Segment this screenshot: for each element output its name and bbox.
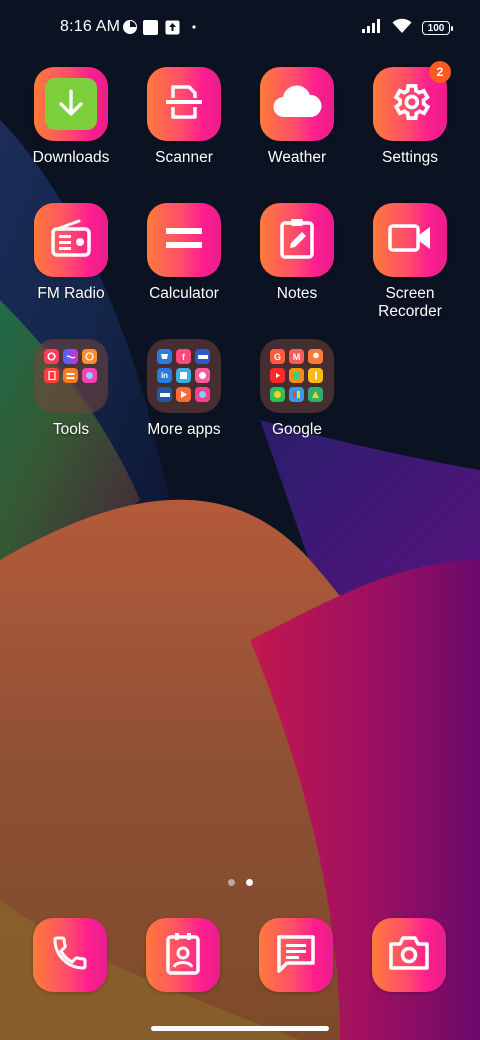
mini-app-icon — [308, 349, 323, 364]
app-label: Calculator — [149, 285, 219, 302]
dock-contacts[interactable] — [146, 918, 220, 992]
mini-app-icon — [44, 349, 59, 364]
video-camera-icon — [388, 222, 432, 259]
folder-label: More apps — [147, 421, 221, 438]
app-notes-icon-tile[interactable] — [260, 203, 334, 277]
note-edit-icon — [277, 216, 317, 265]
folder-tools-icon[interactable] — [34, 339, 108, 413]
square-notification-icon — [143, 18, 158, 36]
mini-app-icon — [44, 368, 59, 383]
app-label: Screen Recorder — [378, 285, 442, 320]
folder-label: Tools — [52, 421, 90, 438]
mini-app-icon — [195, 349, 210, 364]
home-indicator[interactable] — [151, 1026, 329, 1031]
folder-label: Google — [272, 421, 322, 438]
app-downloads-icon-tile[interactable] — [34, 67, 108, 141]
page-dot-1[interactable] — [228, 879, 235, 886]
dock-phone[interactable] — [33, 918, 107, 992]
mini-app-icon — [63, 368, 78, 383]
app-downloads[interactable]: Downloads — [16, 67, 126, 167]
mini-app-icon — [195, 368, 210, 383]
mini-app-icon — [270, 387, 285, 402]
scanner-icon — [163, 81, 205, 128]
app-settings-icon-tile[interactable]: 2 — [373, 61, 451, 141]
folder-more-apps-icon[interactable]: f in — [147, 339, 221, 413]
battery-icon: 100 — [422, 21, 453, 35]
app-label: Notes — [276, 285, 318, 302]
mini-app-icon — [157, 349, 172, 364]
cloud-icon — [272, 85, 322, 124]
mini-app-icon — [82, 349, 97, 364]
wifi-icon — [392, 18, 412, 39]
app-fm-radio-icon-tile[interactable] — [34, 203, 108, 277]
status-time: 8:16 AM — [60, 18, 121, 35]
app-label: Downloads — [32, 149, 110, 166]
mini-app-icon — [157, 387, 172, 402]
messages-icon — [275, 933, 317, 978]
app-notes[interactable]: Notes — [242, 203, 352, 303]
mini-app-icon: in — [157, 368, 172, 383]
app-screen-recorder[interactable]: Screen Recorder — [355, 203, 465, 321]
app-calculator-icon-tile[interactable] — [147, 203, 221, 277]
contacts-icon — [164, 931, 202, 980]
folder-tools[interactable]: Tools — [16, 339, 126, 439]
page-dot-2-active[interactable] — [246, 879, 253, 886]
notification-app-icon — [122, 18, 138, 36]
mini-app-icon — [289, 387, 304, 402]
app-label: Settings — [381, 149, 438, 166]
folder-google-icon[interactable]: G M — [260, 339, 334, 413]
download-icon — [45, 78, 97, 130]
app-label: FM Radio — [37, 285, 105, 302]
upload-notification-icon — [165, 18, 180, 36]
phone-icon — [50, 933, 90, 978]
page-indicator[interactable] — [228, 879, 253, 886]
dock-camera[interactable] — [372, 918, 446, 992]
app-weather[interactable]: Weather — [242, 67, 352, 167]
mini-app-icon — [176, 368, 191, 383]
app-calculator[interactable]: Calculator — [129, 203, 239, 303]
notification-badge: 2 — [429, 61, 451, 83]
camera-icon — [387, 934, 431, 977]
mini-app-icon — [195, 387, 210, 402]
app-fm-radio[interactable]: FM Radio — [16, 203, 126, 303]
app-screen-recorder-icon-tile[interactable] — [373, 203, 447, 277]
mini-app-icon — [176, 387, 191, 402]
equals-icon — [166, 226, 202, 255]
gear-icon — [388, 80, 432, 129]
mini-app-icon — [63, 349, 78, 364]
signal-icon — [362, 18, 382, 38]
mini-app-icon: G — [270, 349, 285, 364]
app-weather-icon-tile[interactable] — [260, 67, 334, 141]
dot-icon — [192, 18, 196, 36]
app-label: Weather — [267, 149, 327, 166]
app-settings[interactable]: 2 Settings — [355, 61, 465, 167]
radio-icon — [49, 218, 93, 263]
mini-app-icon: M — [289, 349, 304, 364]
mini-app-icon — [270, 368, 285, 383]
dock-messages[interactable] — [259, 918, 333, 992]
mini-app-icon — [308, 368, 323, 383]
mini-app-icon — [308, 387, 323, 402]
mini-app-icon — [82, 368, 97, 383]
app-scanner-icon-tile[interactable] — [147, 67, 221, 141]
status-bar: 8:16 AM 100 — [0, 0, 480, 56]
folder-more-apps[interactable]: f in More apps — [129, 339, 239, 439]
app-label: Scanner — [155, 149, 213, 166]
mini-app-icon — [289, 368, 304, 383]
battery-level: 100 — [427, 22, 445, 34]
mini-app-icon: f — [176, 349, 191, 364]
folder-google[interactable]: G M Google — [242, 339, 352, 439]
app-scanner[interactable]: Scanner — [129, 67, 239, 167]
